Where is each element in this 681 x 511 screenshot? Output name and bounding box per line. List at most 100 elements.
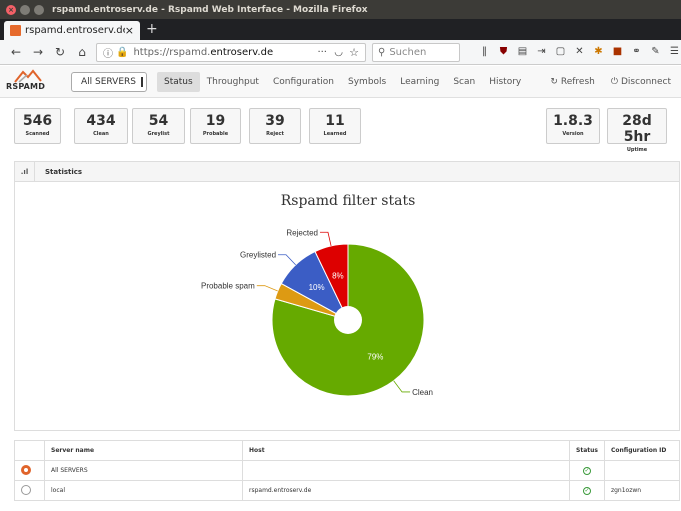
stat-label: Greylist: [147, 131, 170, 137]
servers-table: Server name Host Status Configuration ID…: [14, 440, 681, 501]
pocket-icon[interactable]: ◡: [334, 47, 343, 58]
home-icon[interactable]: ⌂: [76, 45, 88, 59]
refresh-label: Refresh: [560, 77, 595, 87]
sidebar-icon[interactable]: ▢: [554, 45, 567, 58]
navigation-bar: ← → ↻ ⌂ ⓘ 🔒 https://rspamd.entroserv.de …: [0, 40, 681, 65]
reload-icon[interactable]: ↻: [54, 45, 66, 59]
new-tab-icon[interactable]: +: [146, 21, 158, 37]
stat-value: 19: [205, 113, 226, 129]
tab-status[interactable]: Status: [157, 72, 200, 92]
pie-slice-label: Greylisted: [240, 251, 276, 260]
server-select[interactable]: All SERVERS: [71, 72, 147, 92]
main-nav: Status Throughput Configuration Symbols Lear…: [157, 72, 528, 92]
menu-icon[interactable]: ☰: [668, 45, 681, 58]
page-actions-icon[interactable]: ···: [317, 47, 327, 58]
signal-bars-icon: .ıl: [15, 161, 35, 182]
pie-chart: Rspamd filter stats 79% Clean Probable spam…: [201, 193, 433, 397]
tab-scan[interactable]: Scan: [446, 72, 482, 92]
rspamd-logo[interactable]: RSPAMD: [6, 69, 56, 95]
bug-icon[interactable]: ✱: [592, 45, 605, 58]
stat-box-clean: 434 Clean: [74, 108, 128, 144]
stat-value: 434: [86, 113, 116, 129]
stat-label: Clean: [93, 131, 109, 137]
close-tab-icon[interactable]: ×: [125, 24, 134, 37]
stat-value: 546: [22, 113, 53, 129]
window-maximize-icon[interactable]: [34, 4, 44, 15]
stat-value: 39: [265, 113, 285, 129]
server-radio[interactable]: [21, 464, 31, 475]
dropdown-caret-icon: [141, 77, 143, 87]
app-header: RSPAMD All SERVERS Status Throughput Confi…: [0, 66, 681, 98]
library-icon[interactable]: ‖: [478, 45, 491, 58]
status-cell: ✓: [569, 460, 605, 481]
status-cell: ✓: [569, 480, 605, 501]
firebug-icon[interactable]: ■: [611, 45, 624, 58]
stat-label: Reject: [266, 131, 284, 137]
rspamd-favicon-icon: [10, 25, 21, 36]
window-title: rspamd.entroserv.de - Rspamd Web Interfa…: [52, 4, 368, 15]
tab-strip: rspamd.entroserv.de - Rs × +: [0, 19, 681, 40]
column-header-server-name: Server name: [44, 440, 243, 461]
logo-text: RSPAMD: [6, 82, 46, 91]
notes-icon[interactable]: ✎: [649, 45, 662, 58]
window-close-icon[interactable]: ×: [6, 4, 16, 15]
lock-icon[interactable]: 🔒: [116, 47, 128, 58]
server-name-cell: All SERVERS: [44, 460, 243, 481]
tab-learning[interactable]: Learning: [393, 72, 446, 92]
window-titlebar: × rspamd.entroserv.de - Rspamd Web Inter…: [0, 0, 681, 19]
chart-title: Rspamd filter stats: [281, 193, 416, 209]
disconnect-button[interactable]: ⏻ Disconnect: [611, 72, 671, 92]
status-ok-icon: ✓: [582, 486, 591, 495]
refresh-icon: ↻: [550, 77, 558, 87]
search-placeholder: Suchen: [389, 47, 427, 58]
pie-pct-label: 10%: [309, 283, 325, 292]
statistics-panel-header: .ıl Statistics: [15, 161, 679, 182]
back-icon[interactable]: ←: [10, 45, 22, 59]
table-row[interactable]: local rspamd.entroserv.de ✓ zgn1ozwn: [14, 480, 681, 501]
pie-leader-line: [278, 254, 296, 266]
bookmark-star-icon[interactable]: ☆: [349, 46, 359, 59]
url-bar[interactable]: ⓘ 🔒 https://rspamd.entroserv.de ··· ◡ ☆: [96, 43, 366, 62]
refresh-button[interactable]: ↻ Refresh: [550, 72, 595, 92]
column-header-host: Host: [242, 440, 570, 461]
disconnect-label: Disconnect: [621, 77, 671, 87]
ublock-icon[interactable]: ⛊: [497, 45, 510, 58]
info-box-version: 1.8.3 Version: [546, 108, 600, 144]
server-radio[interactable]: [21, 484, 31, 495]
sync-icon[interactable]: ⚭: [630, 45, 643, 58]
window-minimize-icon[interactable]: [20, 4, 30, 15]
search-icon: ⚲: [378, 47, 386, 58]
url-text[interactable]: https://rspamd.entroserv.de: [133, 47, 273, 58]
select-cell: [14, 460, 45, 481]
config-id-cell: zgn1ozwn: [603, 480, 681, 501]
addon-icon[interactable]: ⇥: [535, 45, 548, 58]
statistics-panel: .ıl Statistics Rspamd filter stats 79% Cle…: [14, 161, 680, 431]
tab-throughput[interactable]: Throughput: [200, 72, 266, 92]
select-cell: [14, 480, 45, 501]
stat-box-greylist: 54 Greylist: [132, 108, 185, 144]
stat-box-learned: 11 Learned: [309, 108, 361, 144]
statistics-panel-title: Statistics: [45, 167, 83, 176]
pie-leader-line: [393, 380, 411, 393]
tab-configuration[interactable]: Configuration: [266, 72, 341, 92]
table-row[interactable]: All SERVERS ✓: [14, 460, 681, 481]
config-id-cell: [603, 460, 681, 481]
tab-symbols[interactable]: Symbols: [341, 72, 393, 92]
info-value: 1.8.3: [553, 113, 593, 129]
stat-value: 54: [148, 113, 169, 129]
pie-leader-line: [319, 231, 332, 246]
tab-history[interactable]: History: [482, 72, 528, 92]
search-bar[interactable]: ⚲ Suchen: [372, 43, 460, 62]
reader-icon[interactable]: ▤: [516, 45, 529, 58]
pie-slice-label: Clean: [412, 388, 433, 397]
browser-tab[interactable]: rspamd.entroserv.de - Rs ×: [4, 21, 140, 40]
forward-icon[interactable]: →: [32, 45, 44, 59]
extension-icon[interactable]: ✕: [573, 45, 586, 58]
server-name-cell: local: [44, 480, 243, 501]
column-header-config-id: Configuration ID: [603, 440, 681, 461]
info-label: Uptime: [626, 147, 648, 153]
select-column-header: [14, 440, 45, 461]
info-label: Version: [562, 131, 584, 137]
info-icon[interactable]: ⓘ: [103, 45, 113, 60]
pie-leader-line: [256, 285, 278, 292]
